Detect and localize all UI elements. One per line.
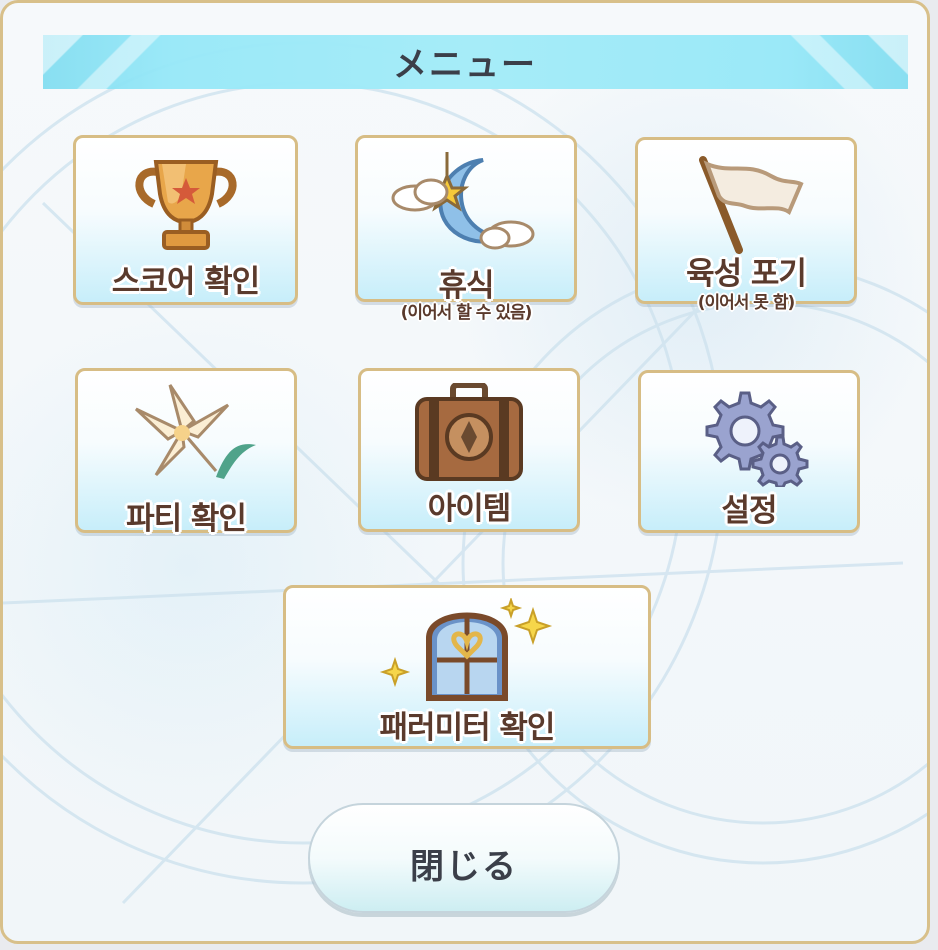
rest-sublabel: (이어서 할 수 있음) [400,303,533,323]
item-button[interactable]: 아이템 [358,368,580,532]
give-up-training-button[interactable]: 육성 포기 (이어서 못 함) [635,137,857,313]
score-check-label: 스코어 확인 [111,264,260,300]
menu-title: メニュー [393,45,537,85]
window-icon [379,598,553,701]
close-button[interactable]: 閉じる [308,803,620,913]
give-up-training-label: 육성 포기 [686,256,807,292]
gears-icon [705,391,809,487]
parameter-check-label: 패러미터 확인 [379,710,556,746]
rest-button[interactable]: 휴식 (이어서 할 수 있음) [355,135,577,323]
white-flag-icon [699,156,804,254]
item-label: 아이템 [427,491,512,527]
settings-button[interactable]: 설정 [638,370,860,533]
suitcase-icon [415,383,523,481]
party-check-label: 파티 확인 [126,501,247,537]
give-up-training-sublabel: (이어서 못 함) [697,293,796,313]
score-check-button[interactable]: 스코어 확인 [73,135,298,305]
party-check-button[interactable]: 파티 확인 [75,368,297,537]
parameter-check-button[interactable]: 패러미터 확인 [283,585,651,749]
lily-icon [134,384,256,479]
trophy-icon [134,160,237,250]
moon-star-icon [391,152,535,250]
close-label: 閉じる [410,847,518,887]
menu-panel: メニュー 스코어 확인 휴식 (이어서 할 수 있음) 육성 포기 (이어서 못… [0,0,930,944]
settings-label: 설정 [721,493,777,529]
